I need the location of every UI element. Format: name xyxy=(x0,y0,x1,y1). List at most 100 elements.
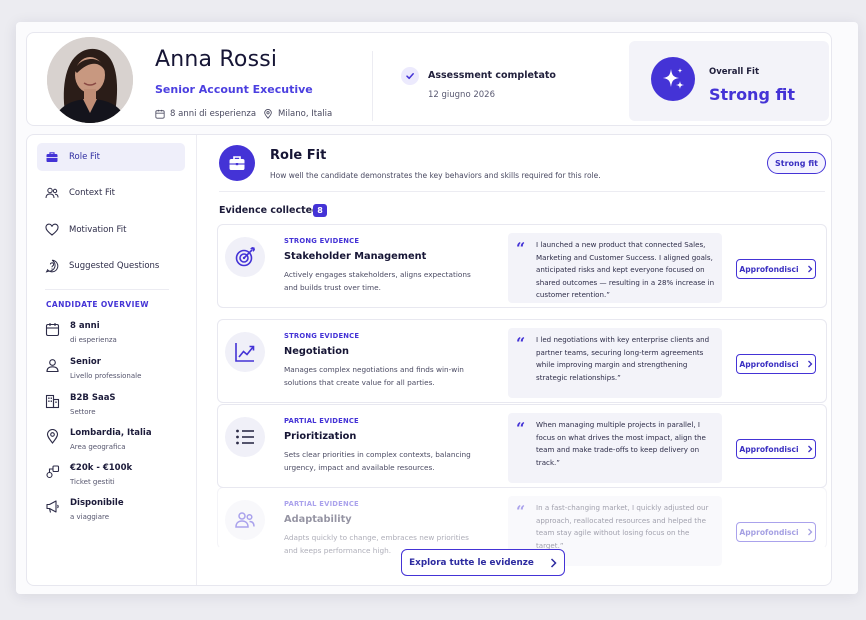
user-level-icon xyxy=(46,359,59,373)
nav-label: Motivation Fit xyxy=(69,225,127,235)
overview-label: Ticket gestiti xyxy=(70,478,115,486)
heart-icon xyxy=(45,223,59,236)
approfondisci-button[interactable]: Approfondisci xyxy=(736,522,816,542)
button-label: Approfondisci xyxy=(739,264,799,274)
quote-icon: “ xyxy=(516,419,526,438)
sidebar-item-context-fit[interactable]: Context Fit xyxy=(37,179,185,207)
overview-label: Settore xyxy=(70,408,96,416)
overview-value: €20k - €100k xyxy=(70,463,133,473)
calendar-icon xyxy=(45,323,60,337)
evidence-description: Manages complex negotiations and finds w… xyxy=(284,365,464,387)
evidence-card: STRONG EVIDENCE Stakeholder Management A… xyxy=(217,224,827,308)
overview-label: Livello professionale xyxy=(70,372,142,380)
evidence-name: Stakeholder Management xyxy=(284,251,427,262)
chevron-right-icon xyxy=(550,557,557,568)
overall-fit-value: Strong fit xyxy=(709,85,795,104)
button-label: Approfondisci xyxy=(739,444,799,454)
quote-icon: “ xyxy=(516,239,526,258)
avatar xyxy=(47,37,133,123)
overview-title: CANDIDATE OVERVIEW xyxy=(46,300,149,309)
assessment-date: 12 giugno 2026 xyxy=(428,90,495,100)
nav-label: Suggested Questions xyxy=(69,261,160,271)
experience-text: 8 anni di esperienza xyxy=(170,109,257,119)
approfondisci-button[interactable]: Approfondisci xyxy=(736,439,816,459)
evidence-name: Adaptability xyxy=(284,514,352,525)
button-label: Approfondisci xyxy=(739,527,799,537)
evidence-kind: STRONG EVIDENCE xyxy=(284,332,360,340)
quote-text: I launched a new product that connected … xyxy=(536,240,715,299)
section-subtitle: How well the candidate demonstrates the … xyxy=(270,171,601,180)
list-icon xyxy=(225,417,265,457)
sidebar-item-suggested-questions[interactable]: Suggested Questions xyxy=(37,252,185,280)
sparkle-icon xyxy=(651,57,695,101)
overview-label: Area geografica xyxy=(70,443,126,451)
sidebar-item-motivation-fit[interactable]: Motivation Fit xyxy=(37,216,185,244)
overall-fit-card: Overall Fit Strong fit xyxy=(629,41,829,121)
section-divider xyxy=(219,191,825,192)
evidence-kind: PARTIAL EVIDENCE xyxy=(284,500,359,508)
evidence-title: Evidence collected xyxy=(219,205,319,216)
briefcase-icon xyxy=(46,152,58,162)
ticket-icon xyxy=(46,465,60,479)
nav-label: Role Fit xyxy=(69,152,100,162)
evidence-card: PARTIAL EVIDENCE Prioritization Sets cle… xyxy=(217,404,827,488)
content-panel: Role Fit Context Fit Motivation Fit Sugg… xyxy=(26,134,832,586)
app-window: Anna Rossi Senior Account Executive 8 an… xyxy=(16,22,858,594)
location-icon xyxy=(264,109,272,119)
evidence-description: Actively engages stakeholders, aligns ex… xyxy=(284,270,471,292)
calendar-icon xyxy=(155,109,165,119)
evidence-quote: “ I launched a new product that connecte… xyxy=(508,233,722,303)
overview-value: 8 anni xyxy=(70,321,100,331)
briefcase-icon xyxy=(219,145,255,181)
sidebar: Role Fit Context Fit Motivation Fit Sugg… xyxy=(27,135,197,585)
approfondisci-button[interactable]: Approfondisci xyxy=(736,354,816,374)
evidence-description: Sets clear priorities in complex context… xyxy=(284,450,471,472)
chevron-right-icon xyxy=(807,265,813,273)
quote-text: When managing multiple projects in paral… xyxy=(536,420,706,467)
check-icon xyxy=(401,67,419,85)
quote-icon: “ xyxy=(516,502,526,521)
overview-value: Disponibile xyxy=(70,498,124,508)
explore-evidence-button[interactable]: Explora tutte le evidenze xyxy=(401,549,565,576)
overview-label: a viaggiare xyxy=(70,513,110,521)
building-icon xyxy=(45,394,60,409)
overview-value: Lombardia, Italia xyxy=(70,428,152,438)
evidence-card: STRONG EVIDENCE Negotiation Manages comp… xyxy=(217,319,827,403)
target-icon xyxy=(225,237,265,277)
chevron-right-icon xyxy=(807,445,813,453)
candidate-name: Anna Rossi xyxy=(155,47,278,72)
overview-label: di esperienza xyxy=(70,336,117,344)
button-label: Approfondisci xyxy=(739,359,799,369)
location-icon xyxy=(46,429,59,444)
fit-pill: Strong fit xyxy=(767,152,826,174)
nav-label: Context Fit xyxy=(69,188,115,198)
overview-value: B2B SaaS xyxy=(70,393,116,403)
overall-fit-label: Overall Fit xyxy=(709,67,760,77)
explore-label: Explora tutte le evidenze xyxy=(409,557,534,568)
experience-meta: 8 anni di esperienza xyxy=(155,109,256,119)
evidence-count-badge: 8 xyxy=(313,204,327,217)
location-meta: Milano, Italia xyxy=(263,109,332,119)
evidence-kind: STRONG EVIDENCE xyxy=(284,237,360,245)
candidate-role: Senior Account Executive xyxy=(155,83,313,96)
evidence-name: Negotiation xyxy=(284,346,349,357)
evidence-quote: “ When managing multiple projects in par… xyxy=(508,413,722,483)
header-divider xyxy=(372,51,373,121)
users-icon xyxy=(45,187,59,199)
approfondisci-button[interactable]: Approfondisci xyxy=(736,259,816,279)
section-title: Role Fit xyxy=(270,148,327,163)
sidebar-item-role-fit[interactable]: Role Fit xyxy=(37,143,185,171)
candidate-header: Anna Rossi Senior Account Executive 8 an… xyxy=(26,32,832,126)
quote-icon: “ xyxy=(516,334,526,353)
sidebar-divider xyxy=(45,289,169,290)
quote-text: In a fast-changing market, I quickly adj… xyxy=(536,503,709,550)
chevron-right-icon xyxy=(807,528,813,536)
trend-up-icon xyxy=(225,332,265,372)
people-icon xyxy=(225,500,265,540)
overview-value: Senior xyxy=(70,357,101,367)
evidence-quote: “ I led negotiations with key enterprise… xyxy=(508,328,722,398)
quote-text: I led negotiations with key enterprise c… xyxy=(536,335,710,382)
chevron-right-icon xyxy=(807,360,813,368)
megaphone-icon xyxy=(46,500,59,513)
main-content: Role Fit How well the candidate demonstr… xyxy=(197,135,831,585)
